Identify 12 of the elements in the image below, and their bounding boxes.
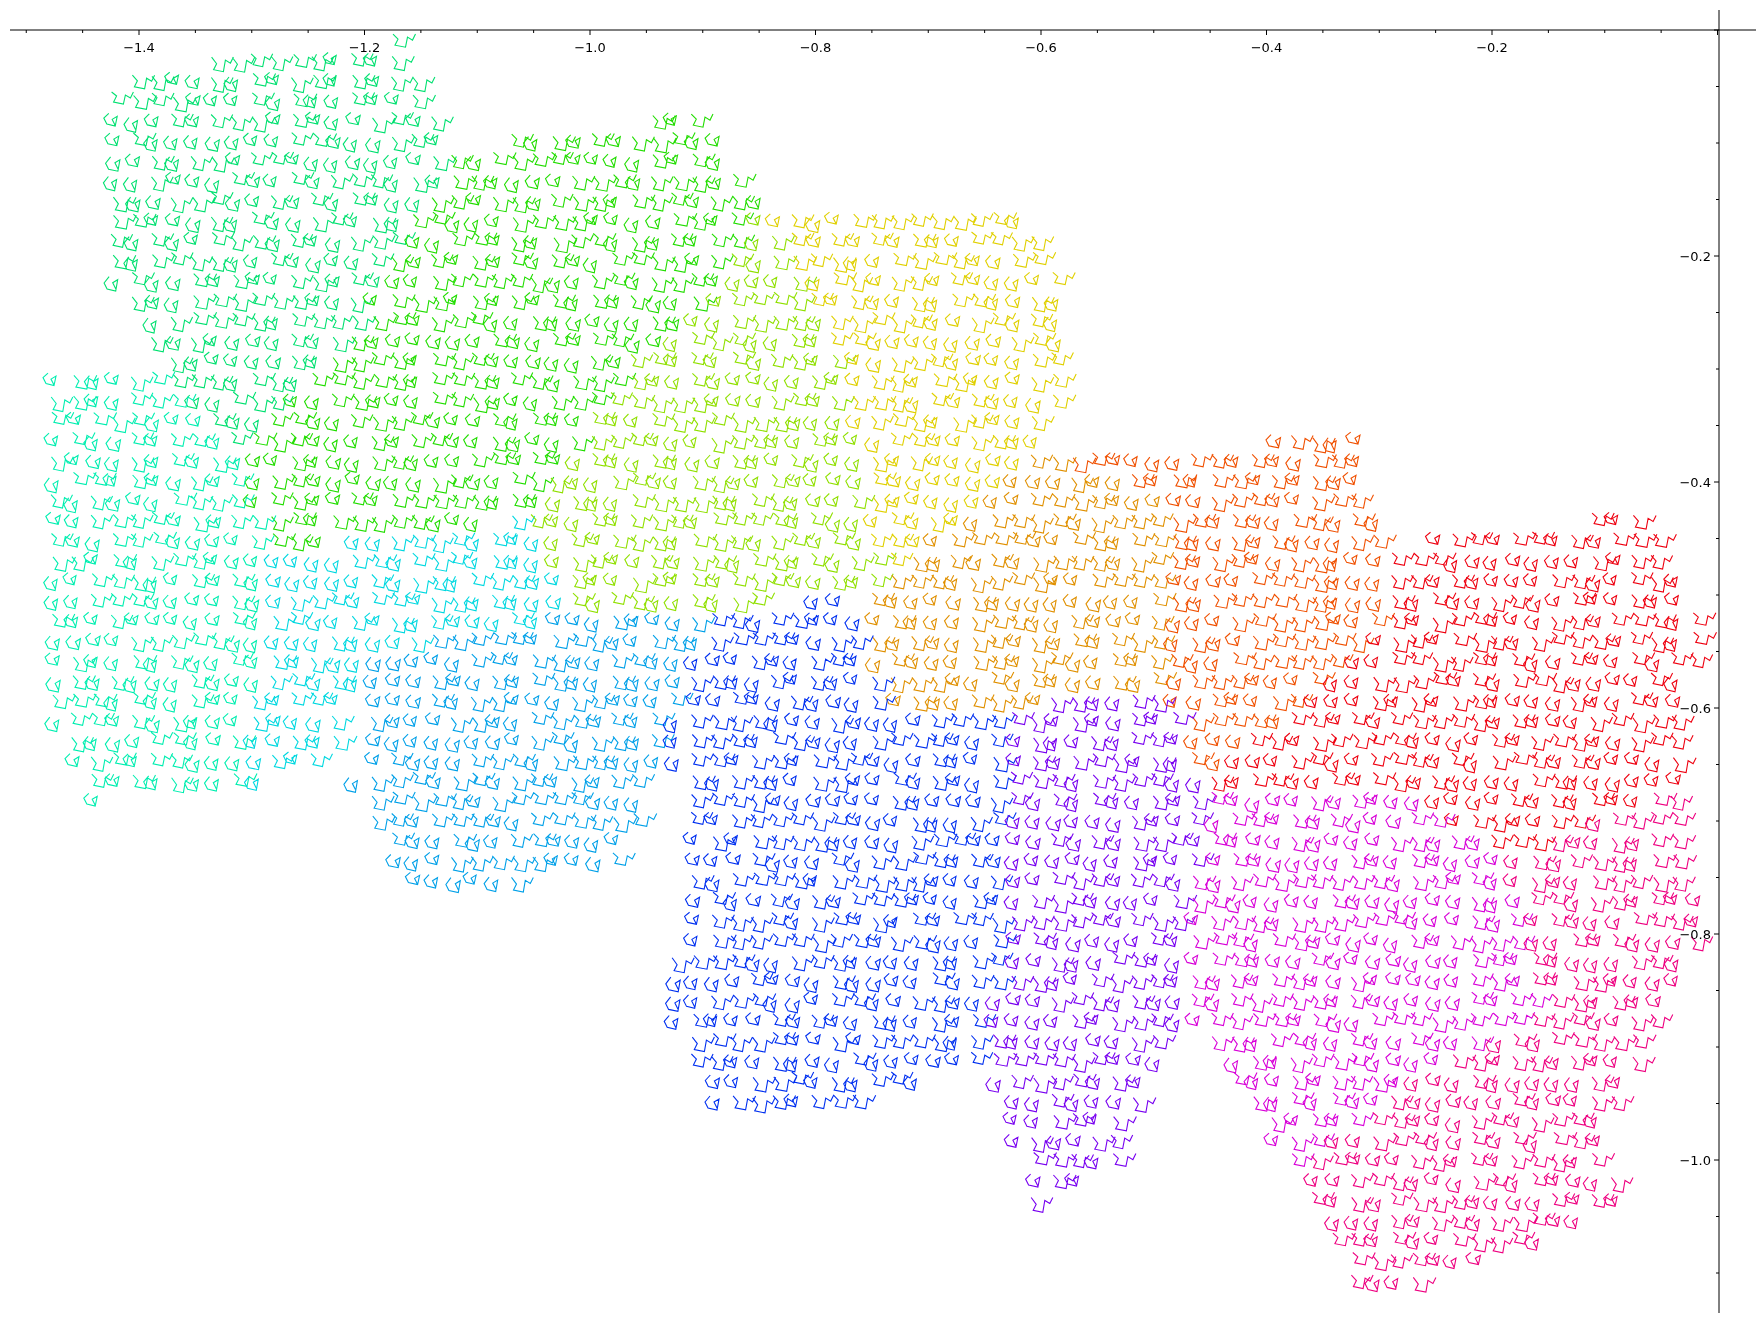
- y-tick-label: −0.2: [1679, 249, 1711, 264]
- x-tick-label: −0.6: [1025, 40, 1057, 55]
- x-tick-label: −0.8: [799, 40, 832, 55]
- y-tick-label: −0.4: [1679, 475, 1711, 490]
- y-tick-label: −0.8: [1679, 927, 1711, 942]
- x-tick-label: −0.4: [1250, 40, 1283, 55]
- y-tick-label: −1.0: [1679, 1153, 1711, 1168]
- x-tick-label: −0.2: [1476, 40, 1508, 55]
- x-tick-label: −1.2: [348, 40, 381, 55]
- x-tick-label: −1.0: [574, 40, 606, 55]
- x-tick-label: −1.4: [123, 40, 155, 55]
- y-tick-label: −0.6: [1679, 701, 1711, 716]
